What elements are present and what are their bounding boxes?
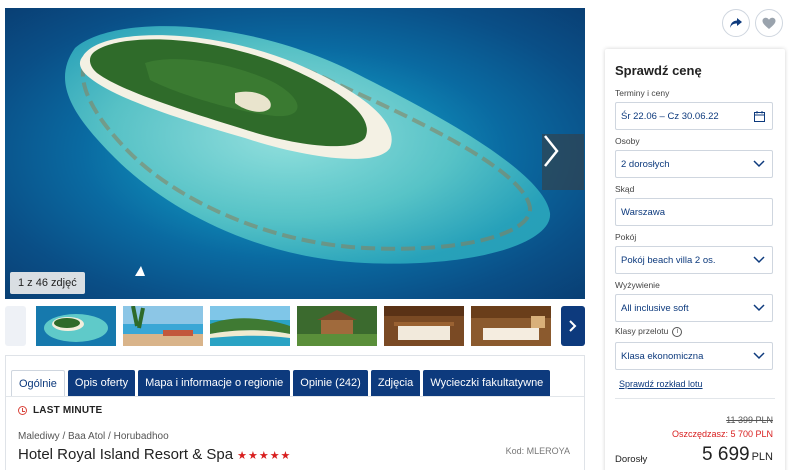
room-label: Pokój bbox=[615, 232, 637, 242]
tab-offer-description[interactable]: Opis oferty bbox=[67, 370, 136, 396]
flight-class-label-text: Klasy przelotu bbox=[615, 326, 669, 336]
room-value: Pokój beach villa 2 os. bbox=[621, 254, 716, 266]
thumbnail-bedroom-wood[interactable] bbox=[384, 306, 464, 346]
flight-class-select[interactable]: Klasa ekonomiczna bbox=[615, 342, 773, 370]
dates-value: Śr 22.06 – Cz 30.06.22 bbox=[621, 110, 719, 122]
thumbnail-pool-terrace[interactable] bbox=[123, 306, 203, 346]
photo-counter: 1 z 46 zdjęć bbox=[10, 272, 85, 294]
from-field[interactable]: Warszawa bbox=[615, 198, 773, 226]
flight-class-label: Klasy przelotu i bbox=[615, 326, 683, 337]
thumbnail-image bbox=[471, 306, 551, 346]
from-label: Skąd bbox=[615, 184, 635, 194]
chevron-right-icon bbox=[569, 320, 577, 332]
thumbnail-island-beach[interactable] bbox=[210, 306, 290, 346]
chevron-down-icon bbox=[753, 304, 765, 312]
offer-details-panel: Ogólnie Opis oferty Mapa i informacje o … bbox=[5, 355, 585, 470]
adult-price-label: Dorosły bbox=[615, 454, 648, 465]
offer-tabs: Ogólnie Opis oferty Mapa i informacje o … bbox=[11, 370, 551, 396]
thumbnail-island-aerial[interactable] bbox=[36, 306, 116, 346]
main-photo[interactable]: 1 z 46 zdjęć bbox=[5, 8, 585, 299]
heart-icon bbox=[762, 17, 776, 29]
hotel-stars: ★★★★★ bbox=[237, 450, 292, 462]
thumbnail-image bbox=[384, 306, 464, 346]
price-check-panel: Sprawdź cenę Terminy i ceny Śr 22.06 – C… bbox=[605, 49, 785, 470]
chevron-down-icon bbox=[753, 352, 765, 360]
chevron-down-icon bbox=[753, 160, 765, 168]
final-price: 5 699 PLN bbox=[702, 444, 773, 466]
chevron-down-icon bbox=[753, 256, 765, 264]
tab-general[interactable]: Ogólnie bbox=[11, 370, 65, 396]
persons-label: Osoby bbox=[615, 136, 640, 146]
thumbnail-image bbox=[123, 306, 203, 346]
flight-class-value: Klasa ekonomiczna bbox=[621, 350, 704, 362]
board-select[interactable]: All inclusive soft bbox=[615, 294, 773, 322]
info-icon[interactable]: i bbox=[672, 326, 683, 337]
offer-code: Kod: MLEROYA bbox=[505, 446, 570, 456]
hotel-title: Hotel Royal Island Resort & Spa ★★★★★ bbox=[18, 446, 291, 463]
clock-icon bbox=[18, 406, 27, 415]
hotel-name: Hotel Royal Island Resort & Spa bbox=[18, 446, 234, 463]
last-minute-label: LAST MINUTE bbox=[33, 405, 103, 416]
saving-amount: Oszczędzasz: 5 700 PLN bbox=[671, 429, 773, 439]
final-price-currency: PLN bbox=[751, 451, 773, 463]
board-label: Wyżywienie bbox=[615, 280, 660, 290]
tabs-divider bbox=[6, 396, 584, 397]
tab-photos[interactable]: Zdjęcia bbox=[370, 370, 421, 396]
share-button[interactable] bbox=[722, 9, 750, 37]
price-panel-title: Sprawdź cenę bbox=[615, 63, 702, 78]
location-breadcrumb: Malediwy / Baa Atol / Horubadhoo bbox=[18, 431, 169, 442]
thumbnail-image bbox=[36, 306, 116, 346]
island-aerial-image bbox=[64, 26, 551, 276]
final-price-value: 5 699 bbox=[702, 444, 750, 465]
thumbnail-image bbox=[297, 306, 377, 346]
dates-field[interactable]: Śr 22.06 – Cz 30.06.22 bbox=[615, 102, 773, 130]
old-price: 11 399 PLN bbox=[726, 415, 773, 425]
calendar-icon bbox=[754, 111, 765, 122]
thumbnails-next-button[interactable] bbox=[561, 306, 585, 346]
tab-map-region[interactable]: Mapa i informacje o regionie bbox=[138, 370, 291, 396]
favorite-button[interactable] bbox=[755, 9, 783, 37]
thumbnail-image bbox=[210, 306, 290, 346]
price-divider bbox=[615, 398, 775, 399]
tab-excursions[interactable]: Wycieczki fakultatywne bbox=[423, 370, 551, 396]
next-photo-button[interactable] bbox=[542, 134, 584, 190]
from-value: Warszawa bbox=[621, 206, 665, 218]
persons-value: 2 dorosłych bbox=[621, 158, 670, 170]
dates-label: Terminy i ceny bbox=[615, 88, 670, 98]
chevron-right-icon bbox=[544, 135, 559, 167]
board-value: All inclusive soft bbox=[621, 302, 689, 314]
share-icon bbox=[730, 18, 742, 28]
thumbnails-prev-button[interactable] bbox=[5, 306, 26, 346]
flight-schedule-link[interactable]: Sprawdź rozkład lotu bbox=[619, 379, 703, 389]
last-minute-badge: LAST MINUTE bbox=[18, 405, 102, 416]
room-select[interactable]: Pokój beach villa 2 os. bbox=[615, 246, 773, 274]
persons-select[interactable]: 2 dorosłych bbox=[615, 150, 773, 178]
tab-reviews[interactable]: Opinie (242) bbox=[293, 370, 368, 396]
thumbnail-bedroom-villa[interactable] bbox=[471, 306, 551, 346]
thumbnail-villa-garden[interactable] bbox=[297, 306, 377, 346]
